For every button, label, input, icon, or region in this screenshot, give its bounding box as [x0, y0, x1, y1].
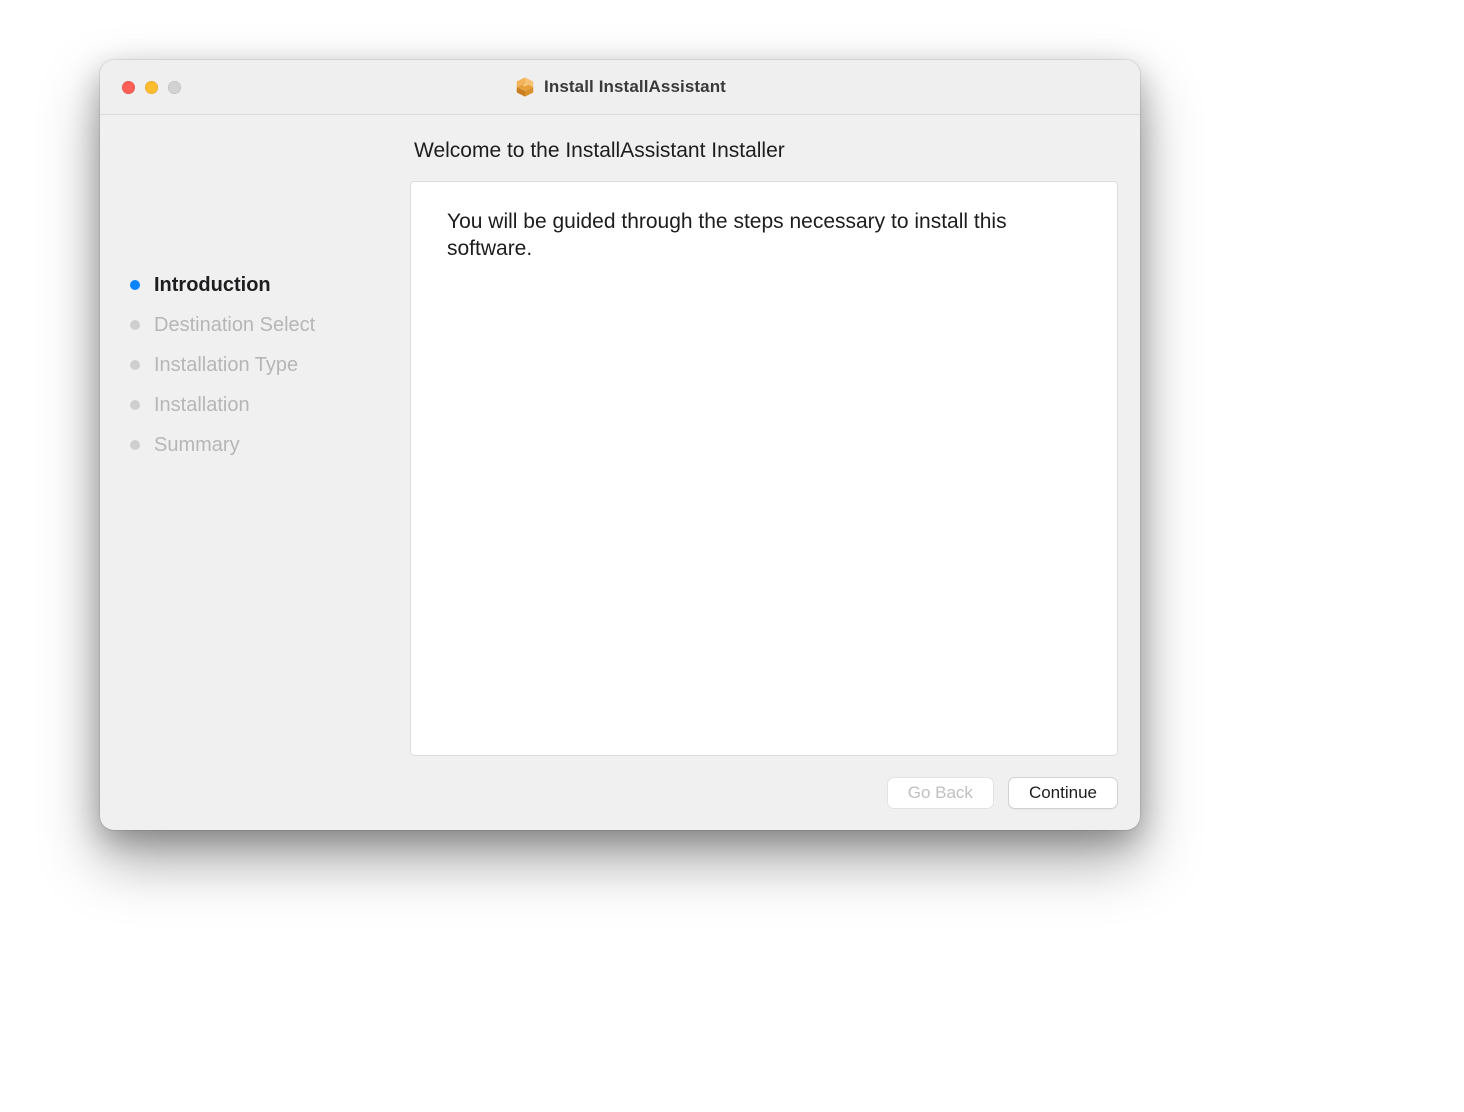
step-label: Installation Type: [154, 354, 298, 377]
step-bullet-icon: [130, 360, 140, 370]
content-pane: You will be guided through the steps nec…: [410, 181, 1118, 756]
page-heading: Welcome to the InstallAssistant Installe…: [414, 139, 1118, 163]
step-label: Installation: [154, 394, 250, 417]
minimize-icon[interactable]: [145, 81, 158, 94]
window-controls: [100, 81, 181, 94]
step-bullet-icon: [130, 320, 140, 330]
step-summary: Summary: [130, 425, 400, 465]
step-installation: Installation: [130, 385, 400, 425]
close-icon[interactable]: [122, 81, 135, 94]
step-introduction: Introduction: [130, 265, 400, 305]
zoom-icon: [168, 81, 181, 94]
window-title: Install InstallAssistant: [544, 77, 726, 97]
step-label: Summary: [154, 434, 240, 457]
continue-button[interactable]: Continue: [1008, 777, 1118, 809]
go-back-button: Go Back: [887, 777, 994, 809]
installer-window: Install InstallAssistant Introduction De…: [100, 60, 1140, 830]
step-installation-type: Installation Type: [130, 345, 400, 385]
footer: Go Back Continue: [100, 756, 1140, 830]
package-icon: [514, 76, 536, 98]
steps-sidebar: Introduction Destination Select Installa…: [100, 115, 410, 756]
step-label: Destination Select: [154, 314, 315, 337]
window-body: Introduction Destination Select Installa…: [100, 115, 1140, 830]
step-bullet-icon: [130, 400, 140, 410]
step-destination-select: Destination Select: [130, 305, 400, 345]
step-bullet-icon: [130, 440, 140, 450]
body-text: You will be guided through the steps nec…: [447, 210, 1007, 260]
main-panel: Welcome to the InstallAssistant Installe…: [410, 115, 1140, 756]
step-label: Introduction: [154, 274, 271, 297]
step-bullet-icon: [130, 280, 140, 290]
titlebar: Install InstallAssistant: [100, 60, 1140, 115]
